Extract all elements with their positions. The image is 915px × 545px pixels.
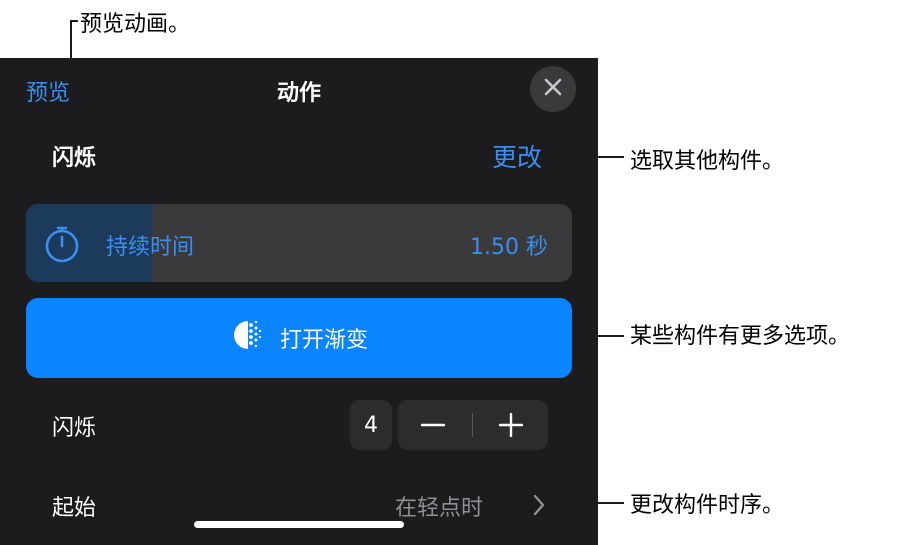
stepper-divider xyxy=(472,413,473,437)
action-panel: 预览 动作 闪烁 更改 持续时间 1.50 秒 打开渐变 闪烁 4 起始 在轻点… xyxy=(0,58,598,545)
callout-preview: 预览动画。 xyxy=(80,12,191,37)
plus-icon[interactable] xyxy=(498,412,524,441)
stopwatch-icon xyxy=(42,224,82,268)
callout-change: 选取其他构件。 xyxy=(630,149,785,174)
flashes-count: 4 xyxy=(350,400,392,450)
minus-icon[interactable] xyxy=(420,413,446,441)
panel-title: 动作 xyxy=(276,81,321,106)
flashes-label: 闪烁 xyxy=(52,416,97,441)
chevron-right-icon[interactable] xyxy=(530,492,548,522)
start-label: 起始 xyxy=(52,496,97,521)
gradient-icon xyxy=(230,317,266,359)
open-gradient-label: 打开渐变 xyxy=(279,328,368,353)
callout-line-preview-tick xyxy=(70,20,78,22)
duration-slider[interactable]: 持续时间 1.50 秒 xyxy=(26,204,572,282)
callout-options: 某些构件有更多选项。 xyxy=(630,324,851,349)
home-indicator xyxy=(194,521,404,528)
open-gradient-button[interactable]: 打开渐变 xyxy=(26,298,572,378)
close-icon xyxy=(543,77,563,101)
effect-name: 闪烁 xyxy=(52,146,97,171)
start-value[interactable]: 在轻点时 xyxy=(395,490,483,522)
duration-value: 1.50 秒 xyxy=(470,235,548,260)
callout-timing: 更改构件时序。 xyxy=(630,493,785,518)
flashes-stepper xyxy=(398,400,548,450)
close-button[interactable] xyxy=(530,66,576,112)
duration-label: 持续时间 xyxy=(106,235,195,260)
change-button[interactable]: 更改 xyxy=(492,138,542,174)
